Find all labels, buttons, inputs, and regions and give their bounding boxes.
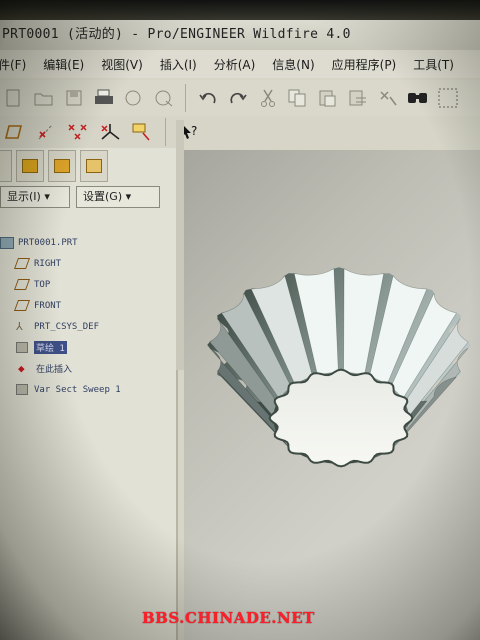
main-toolbar <box>0 80 480 116</box>
menu-edit[interactable]: 编辑(E) <box>43 56 84 73</box>
copy-icon[interactable] <box>286 86 310 110</box>
favorites-tab[interactable] <box>80 150 108 182</box>
datum-toolbar: ? <box>0 116 480 148</box>
navigator-panel: 显示(I) ▾ 设置(G) ▾ PRT0001.PRT RIGHT TOP FR… <box>0 148 178 640</box>
sketch-icon <box>16 342 28 353</box>
undo-icon[interactable] <box>196 86 220 110</box>
menu-info[interactable]: 信息(N) <box>272 56 314 73</box>
redo-icon[interactable] <box>226 86 250 110</box>
tree-node-label: Var Sect Sweep 1 <box>34 384 121 395</box>
datum-plane-icon <box>13 279 31 290</box>
show-dropdown[interactable]: 显示(I) ▾ <box>0 186 70 208</box>
send-icon[interactable] <box>152 86 176 110</box>
paste-icon[interactable] <box>316 86 340 110</box>
tree-toolbar: 显示(I) ▾ 设置(G) ▾ <box>0 186 178 212</box>
print-icon[interactable] <box>92 86 116 110</box>
tree-node-csys[interactable]: ⅄ PRT_CSYS_DEF <box>0 316 170 337</box>
csys-icon: ⅄ <box>16 320 23 333</box>
window-title: PRT0001 (活动的) - Pro/ENGINEER Wildfire 4.… <box>2 27 351 42</box>
screen-bezel-top <box>0 0 480 22</box>
toolbar-separator <box>165 118 167 146</box>
datum-point-icon[interactable] <box>66 120 90 144</box>
svg-text:?: ? <box>191 124 197 138</box>
layers-tab[interactable] <box>16 150 44 182</box>
model-tree-tab[interactable] <box>0 150 12 182</box>
toolbar-separator <box>185 84 187 112</box>
insert-here-icon: ◆ <box>18 362 25 375</box>
annotation-icon[interactable] <box>130 120 154 144</box>
screen: PRT0001 (活动的) - Pro/ENGINEER Wildfire 4.… <box>0 0 480 640</box>
tree-node-label: PRT0001.PRT <box>18 237 78 248</box>
model-tree: PRT0001.PRT RIGHT TOP FRONT ⅄ PRT_CSYS_D… <box>0 232 170 400</box>
tree-node-label: 草绘 1 <box>34 341 67 354</box>
bowl-surface <box>207 267 471 468</box>
tree-node-label: PRT_CSYS_DEF <box>34 321 100 332</box>
menu-bar: 件(F) 编辑(E) 视图(V) 插入(I) 分析(A) 信息(N) 应用程序(… <box>0 50 480 78</box>
cut-icon[interactable] <box>256 86 280 110</box>
tree-node-sketch[interactable]: 草绘 1 <box>0 337 170 358</box>
window-title-bar: PRT0001 (活动的) - Pro/ENGINEER Wildfire 4.… <box>0 20 480 50</box>
menu-tools[interactable]: 工具(T) <box>413 56 454 73</box>
menu-file[interactable]: 件(F) <box>0 56 26 73</box>
email-icon[interactable] <box>122 86 146 110</box>
graphics-window[interactable] <box>184 150 480 640</box>
datum-plane-icon <box>13 258 31 269</box>
fluted-bowl-model[interactable] <box>184 150 480 640</box>
find-icon[interactable] <box>406 86 430 110</box>
tree-node-label: TOP <box>34 279 51 290</box>
open-icon[interactable] <box>32 86 56 110</box>
menu-applications[interactable]: 应用程序(P) <box>332 56 397 73</box>
csys-icon[interactable] <box>98 120 122 144</box>
sweep-icon <box>16 384 28 395</box>
watermark-text: BBS.CHINADE.NET <box>142 609 315 627</box>
menu-insert[interactable]: 插入(I) <box>160 56 197 73</box>
menu-view[interactable]: 视图(V) <box>101 56 143 73</box>
tree-node-top[interactable]: TOP <box>0 274 170 295</box>
save-icon[interactable] <box>62 86 86 110</box>
tree-node-front[interactable]: FRONT <box>0 295 170 316</box>
paste-special-icon[interactable] <box>346 86 370 110</box>
menu-analysis[interactable]: 分析(A) <box>214 56 256 73</box>
part-icon <box>0 236 14 249</box>
tree-node-part[interactable]: PRT0001.PRT <box>0 232 170 253</box>
datum-plane-icon <box>13 300 31 311</box>
settings-dropdown[interactable]: 设置(G) ▾ <box>76 186 160 208</box>
datum-axis-icon[interactable] <box>34 120 58 144</box>
navigator-tabs <box>0 150 108 184</box>
tree-node-sweep[interactable]: Var Sect Sweep 1 <box>0 379 170 400</box>
tree-node-right[interactable]: RIGHT <box>0 253 170 274</box>
datum-plane-icon[interactable] <box>2 120 26 144</box>
new-icon[interactable] <box>2 86 26 110</box>
tree-node-insert-here[interactable]: ◆ 在此插入 <box>0 358 170 379</box>
folder-tab[interactable] <box>48 150 76 182</box>
tree-node-label: RIGHT <box>34 258 62 269</box>
tree-node-label: 在此插入 <box>36 365 73 375</box>
bowl-bottom-opening <box>268 368 414 468</box>
regenerate-icon[interactable] <box>376 86 400 110</box>
tree-node-label: FRONT <box>34 300 62 311</box>
panel-sash[interactable] <box>176 120 184 370</box>
select-box-icon[interactable] <box>436 86 460 110</box>
